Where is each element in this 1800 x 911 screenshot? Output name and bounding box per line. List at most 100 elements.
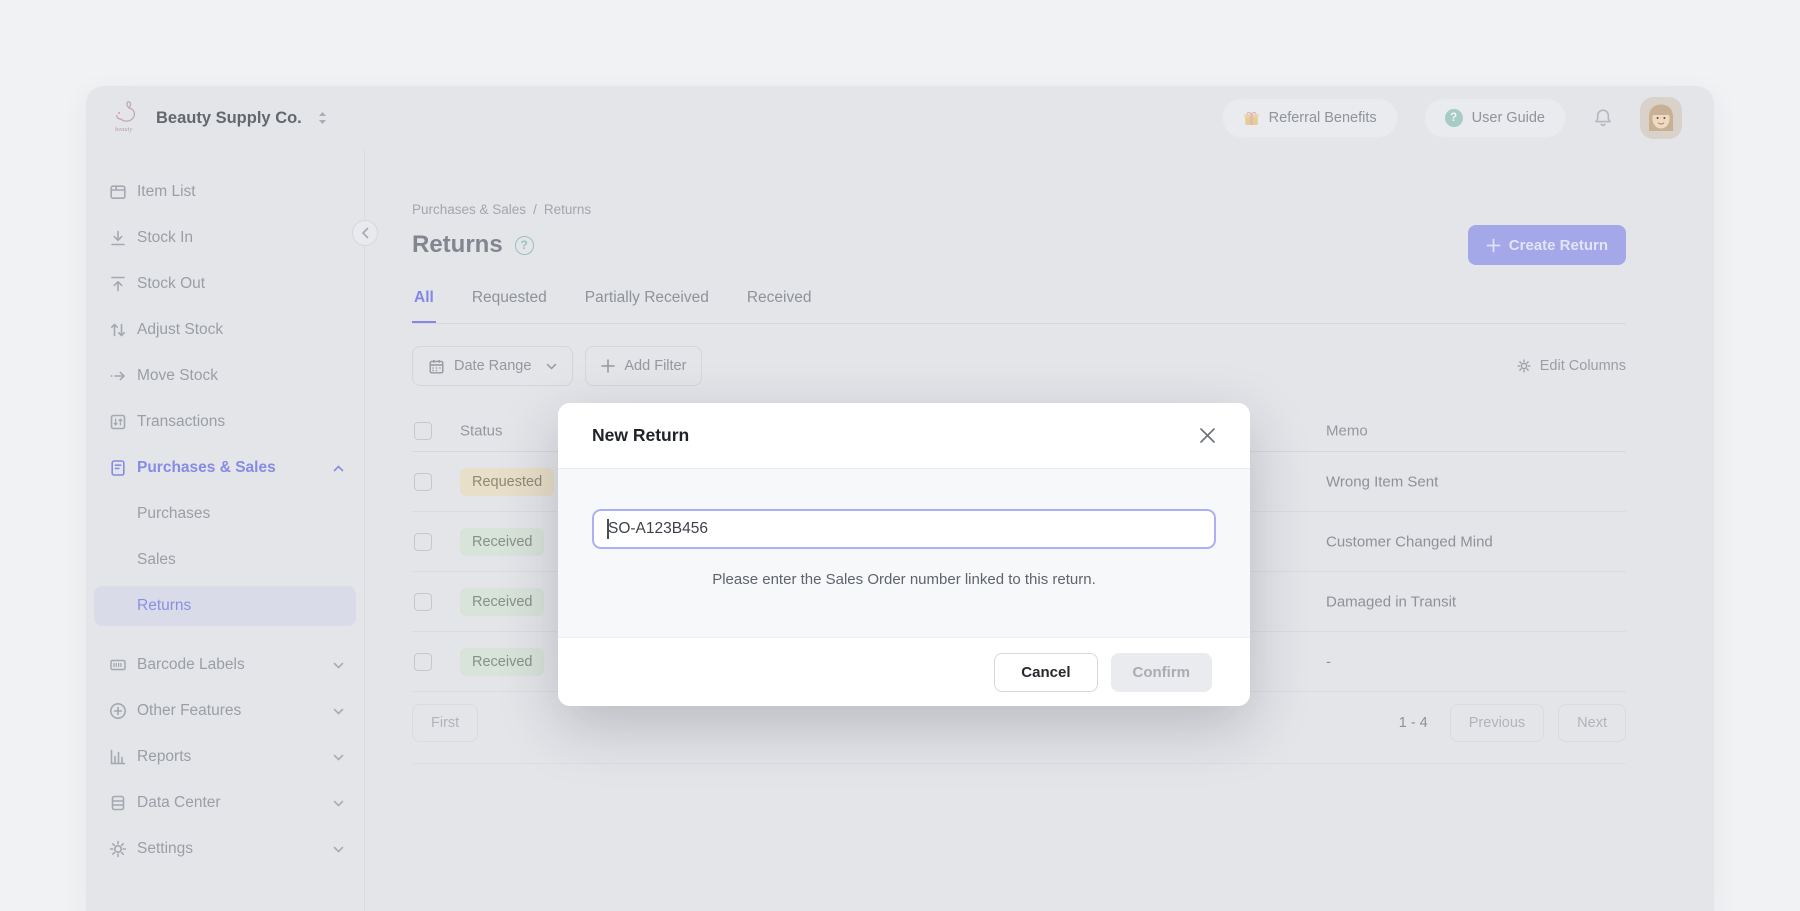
- pagination-previous-button[interactable]: Previous: [1450, 704, 1544, 742]
- tab-partially-received[interactable]: Partially Received: [583, 289, 711, 323]
- confirm-button[interactable]: Confirm: [1111, 653, 1213, 692]
- pagination-first-button[interactable]: First: [412, 704, 478, 742]
- sidebar-item-reports[interactable]: Reports: [94, 737, 356, 777]
- memo-cell: -: [1326, 653, 1331, 670]
- page-title: Returns: [412, 231, 503, 259]
- status-tabs: All Requested Partially Received Receive…: [412, 289, 1626, 324]
- sales-order-number-input[interactable]: [592, 509, 1216, 549]
- chevron-down-icon: [333, 708, 344, 715]
- row-checkbox[interactable]: [414, 593, 432, 611]
- new-return-modal: New Return Please enter the Sales Order …: [558, 403, 1250, 706]
- chevron-up-icon: [333, 465, 344, 472]
- notifications-bell-icon[interactable]: [1592, 107, 1614, 129]
- memo-cell: Wrong Item Sent: [1326, 473, 1438, 490]
- sidebar-item-move-stock[interactable]: Move Stock: [94, 356, 356, 396]
- tab-received[interactable]: Received: [745, 289, 814, 323]
- memo-cell: Customer Changed Mind: [1326, 533, 1493, 550]
- user-guide-button[interactable]: ? User Guide: [1424, 98, 1566, 138]
- text-cursor: [607, 519, 609, 539]
- chevron-down-icon: [333, 662, 344, 669]
- tab-requested[interactable]: Requested: [470, 289, 549, 323]
- modal-body: Please enter the Sales Order number link…: [558, 469, 1250, 637]
- column-header-memo[interactable]: Memo: [1326, 422, 1368, 439]
- company-logo: beauty: [108, 98, 144, 138]
- gear-icon: [1516, 358, 1532, 374]
- user-guide-label: User Guide: [1472, 110, 1545, 126]
- sidebar-item-transactions[interactable]: Transactions: [94, 402, 356, 442]
- status-badge: Received: [460, 528, 544, 556]
- sidebar-item-stock-in[interactable]: Stock In: [94, 218, 356, 258]
- sidebar-item-data-center[interactable]: Data Center: [94, 783, 356, 823]
- document-icon: [108, 458, 128, 478]
- edit-columns-button[interactable]: Edit Columns: [1516, 358, 1626, 374]
- pagination-next-button[interactable]: Next: [1558, 704, 1626, 742]
- plus-icon: [1486, 238, 1501, 253]
- column-header-status[interactable]: Status: [460, 422, 503, 439]
- database-icon: [108, 793, 128, 813]
- company-switcher-icon[interactable]: [318, 111, 327, 125]
- gear-icon: [108, 839, 128, 859]
- modal-header: New Return: [558, 403, 1250, 469]
- sidebar-item-adjust-stock[interactable]: Adjust Stock: [94, 310, 356, 350]
- plus-circle-icon: [108, 701, 128, 721]
- bar-chart-icon: [108, 747, 128, 767]
- ledger-icon: [108, 412, 128, 432]
- breadcrumb-current: Returns: [544, 202, 591, 217]
- breadcrumb: Purchases & Sales / Returns: [412, 202, 1626, 217]
- modal-helper-text: Please enter the Sales Order number link…: [592, 571, 1216, 588]
- screen: beauty Beauty Supply Co.: [0, 0, 1800, 911]
- question-icon: ?: [1445, 109, 1463, 127]
- chevron-down-icon: [333, 754, 344, 761]
- sidebar-item-other-features[interactable]: Other Features: [94, 691, 356, 731]
- referral-benefits-label: Referral Benefits: [1269, 110, 1377, 126]
- box-icon: [108, 182, 128, 202]
- arrow-right-icon: [108, 366, 128, 386]
- status-badge: Received: [460, 648, 544, 676]
- gift-icon: [1243, 110, 1260, 127]
- company-name: Beauty Supply Co.: [156, 109, 302, 128]
- tab-all[interactable]: All: [412, 289, 436, 323]
- breadcrumb-separator: /: [533, 202, 537, 217]
- close-icon[interactable]: [1195, 423, 1220, 448]
- modal-footer: Cancel Confirm: [558, 637, 1250, 706]
- sidebar-item-returns[interactable]: Returns: [94, 586, 356, 626]
- breadcrumb-parent[interactable]: Purchases & Sales: [412, 202, 526, 217]
- help-icon[interactable]: ?: [515, 236, 534, 255]
- row-checkbox[interactable]: [414, 533, 432, 551]
- status-badge: Requested: [460, 468, 554, 496]
- date-range-dropdown[interactable]: Date Range: [412, 346, 573, 386]
- referral-benefits-button[interactable]: Referral Benefits: [1222, 98, 1398, 138]
- status-badge: Received: [460, 588, 544, 616]
- topbar: beauty Beauty Supply Co.: [86, 86, 1714, 150]
- row-checkbox[interactable]: [414, 653, 432, 671]
- sidebar-item-purchases[interactable]: Purchases: [94, 494, 356, 534]
- svg-text:beauty: beauty: [115, 126, 132, 133]
- sidebar-item-settings[interactable]: Settings: [94, 829, 356, 869]
- sidebar-collapse-button[interactable]: [352, 220, 378, 246]
- pagination-range: 1 - 4: [1399, 715, 1428, 731]
- user-avatar[interactable]: [1640, 97, 1682, 139]
- content-divider: [412, 763, 1626, 764]
- chevron-down-icon: [333, 800, 344, 807]
- modal-title: New Return: [592, 425, 689, 446]
- plus-icon: [601, 359, 615, 373]
- up-down-arrows-icon: [108, 320, 128, 340]
- cancel-button[interactable]: Cancel: [994, 653, 1097, 692]
- chevron-down-icon: [546, 363, 557, 370]
- row-checkbox[interactable]: [414, 473, 432, 491]
- sidebar-item-item-list[interactable]: Item List: [94, 172, 356, 212]
- sidebar-item-stock-out[interactable]: Stock Out: [94, 264, 356, 304]
- filter-bar: Date Range Add Filter Edit Columns: [412, 346, 1626, 386]
- sidebar-item-barcode-labels[interactable]: Barcode Labels: [94, 645, 356, 685]
- chevron-down-icon: [333, 846, 344, 853]
- sidebar: Item List Stock In Stock Out Adjust Stoc…: [86, 150, 365, 911]
- arrow-up-tray-icon: [108, 274, 128, 294]
- add-filter-button[interactable]: Add Filter: [585, 346, 702, 386]
- memo-cell: Damaged in Transit: [1326, 593, 1456, 610]
- select-all-checkbox[interactable]: [414, 422, 432, 440]
- sidebar-item-purchases-sales[interactable]: Purchases & Sales: [94, 448, 356, 488]
- calendar-icon: [428, 358, 445, 375]
- create-return-button[interactable]: Create Return: [1468, 225, 1626, 265]
- sidebar-item-sales[interactable]: Sales: [94, 540, 356, 580]
- arrow-down-tray-icon: [108, 228, 128, 248]
